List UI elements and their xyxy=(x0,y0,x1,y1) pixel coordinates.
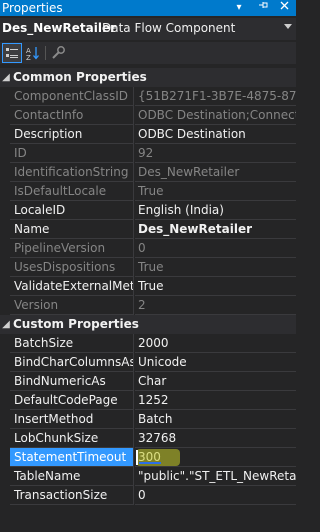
property-value[interactable]: 1252 xyxy=(135,391,296,410)
property-row-usesdispositions[interactable]: UsesDispositions True xyxy=(0,258,296,277)
property-grid: ◢ Common Properties ComponentClassID {51B… xyxy=(0,68,296,532)
property-value[interactable]: 32768 xyxy=(135,429,296,448)
collapse-icon[interactable]: ◢ xyxy=(1,315,11,334)
svg-text:Z: Z xyxy=(26,54,31,62)
property-row-insertmethod[interactable]: InsertMethod Batch xyxy=(0,410,296,429)
property-name: TableName xyxy=(10,467,134,486)
property-row-name[interactable]: Name Des_NewRetailer xyxy=(0,220,296,239)
property-row-statementtimeout[interactable]: StatementTimeout 300 xyxy=(0,448,296,467)
property-value[interactable]: 0 xyxy=(135,486,296,505)
property-value[interactable]: ODBC Destination;Connecto xyxy=(135,106,296,125)
category-common-properties[interactable]: ◢ Common Properties xyxy=(0,68,296,87)
property-row-tablename[interactable]: TableName "public"."ST_ETL_NewRetaile xyxy=(0,467,296,486)
pin-icon[interactable] xyxy=(256,0,270,16)
property-name: Description xyxy=(10,125,134,144)
categorized-icon[interactable] xyxy=(2,43,22,63)
collapse-icon[interactable]: ◢ xyxy=(1,68,11,87)
property-name: LobChunkSize xyxy=(10,429,134,448)
property-row-defaultcodepage[interactable]: DefaultCodePage 1252 xyxy=(0,391,296,410)
property-name: StatementTimeout xyxy=(10,448,134,467)
property-row-pipelineversion[interactable]: PipelineVersion 0 xyxy=(0,239,296,258)
alphabetical-icon[interactable]: A Z xyxy=(24,44,42,62)
property-name: Version xyxy=(10,296,134,315)
object-selector[interactable]: Des_NewRetailer Data Flow Component xyxy=(0,18,296,40)
property-value[interactable]: True xyxy=(135,182,296,201)
property-value[interactable]: {51B271F1-3B7E-4875-870E-6 xyxy=(135,87,296,106)
dropdown-arrow-icon[interactable]: ▾ xyxy=(232,0,246,16)
property-pages-icon[interactable] xyxy=(50,44,68,62)
property-name: LocaleID xyxy=(10,201,134,220)
category-custom-properties[interactable]: ◢ Custom Properties xyxy=(0,315,296,334)
close-icon[interactable] xyxy=(277,0,291,16)
toolbar-separator xyxy=(45,46,46,60)
property-row-id[interactable]: ID 92 xyxy=(0,144,296,163)
property-value[interactable]: ODBC Destination xyxy=(135,125,296,144)
property-row-bindnumericas[interactable]: BindNumericAs Char xyxy=(0,372,296,391)
property-row-validateexternalmetadata[interactable]: ValidateExternalMetadaTrue xyxy=(0,277,296,296)
property-value[interactable]: Batch xyxy=(135,410,296,429)
property-name: ComponentClassID xyxy=(10,87,134,106)
property-name: BindCharColumnsAs xyxy=(10,353,134,372)
property-name: PipelineVersion xyxy=(10,239,134,258)
chevron-down-icon[interactable] xyxy=(284,24,292,29)
properties-window-titlebar[interactable]: Properties ▾ xyxy=(0,0,296,16)
property-value[interactable]: 2 xyxy=(135,296,296,315)
property-row-bindcharcolumnsas[interactable]: BindCharColumnsAs Unicode xyxy=(0,353,296,372)
object-type: Data Flow Component xyxy=(102,21,236,35)
property-row-batchsize[interactable]: BatchSize 2000 xyxy=(0,334,296,353)
window-title: Properties xyxy=(2,1,63,15)
property-name: BindNumericAs xyxy=(10,372,134,391)
property-row-lobchunksize[interactable]: LobChunkSize 32768 xyxy=(0,429,296,448)
property-name: DefaultCodePage xyxy=(10,391,134,410)
property-name: UsesDispositions xyxy=(10,258,134,277)
property-value[interactable]: English (India) xyxy=(135,201,296,220)
property-value[interactable]: Des_NewRetailer xyxy=(135,220,296,239)
property-row-localeid[interactable]: LocaleID English (India) xyxy=(0,201,296,220)
property-name: Name xyxy=(10,220,134,239)
property-value[interactable]: 2000 xyxy=(135,334,296,353)
text-caret xyxy=(136,450,138,465)
property-name: IdentificationString xyxy=(10,163,134,182)
properties-toolbar: A Z xyxy=(0,42,296,64)
property-row-transactionsize[interactable]: TransactionSize 0 xyxy=(0,486,296,505)
property-name: BatchSize xyxy=(10,334,134,353)
property-row-isdefaultlocale[interactable]: IsDefaultLocale True xyxy=(0,182,296,201)
property-name: ID xyxy=(10,144,134,163)
text-underline xyxy=(139,462,161,464)
property-name: ValidateExternalMetada xyxy=(10,277,134,296)
property-name: IsDefaultLocale xyxy=(10,182,134,201)
property-value[interactable]: True xyxy=(135,277,296,296)
property-name: ContactInfo xyxy=(10,106,134,125)
property-row-version[interactable]: Version 2 xyxy=(0,296,296,315)
property-value[interactable]: True xyxy=(135,258,296,277)
property-value[interactable]: Des_NewRetailer xyxy=(135,163,296,182)
property-row-description[interactable]: Description ODBC Destination xyxy=(0,125,296,144)
property-row-componentclassid[interactable]: ComponentClassID{51B271F1-3B7E-4875-870E… xyxy=(0,87,296,106)
property-value[interactable]: 92 xyxy=(135,144,296,163)
property-row-identificationstring[interactable]: IdentificationString Des_NewRetailer xyxy=(0,163,296,182)
property-value[interactable]: 0 xyxy=(135,239,296,258)
property-value[interactable]: Char xyxy=(135,372,296,391)
property-name: InsertMethod xyxy=(10,410,134,429)
property-name: TransactionSize xyxy=(10,486,134,505)
property-row-contactinfo[interactable]: ContactInfo ODBC Destination;Connecto xyxy=(0,106,296,125)
property-value[interactable]: "public"."ST_ETL_NewRetaile xyxy=(135,467,296,486)
property-value[interactable]: Unicode xyxy=(135,353,296,372)
object-name: Des_NewRetailer xyxy=(2,21,117,35)
